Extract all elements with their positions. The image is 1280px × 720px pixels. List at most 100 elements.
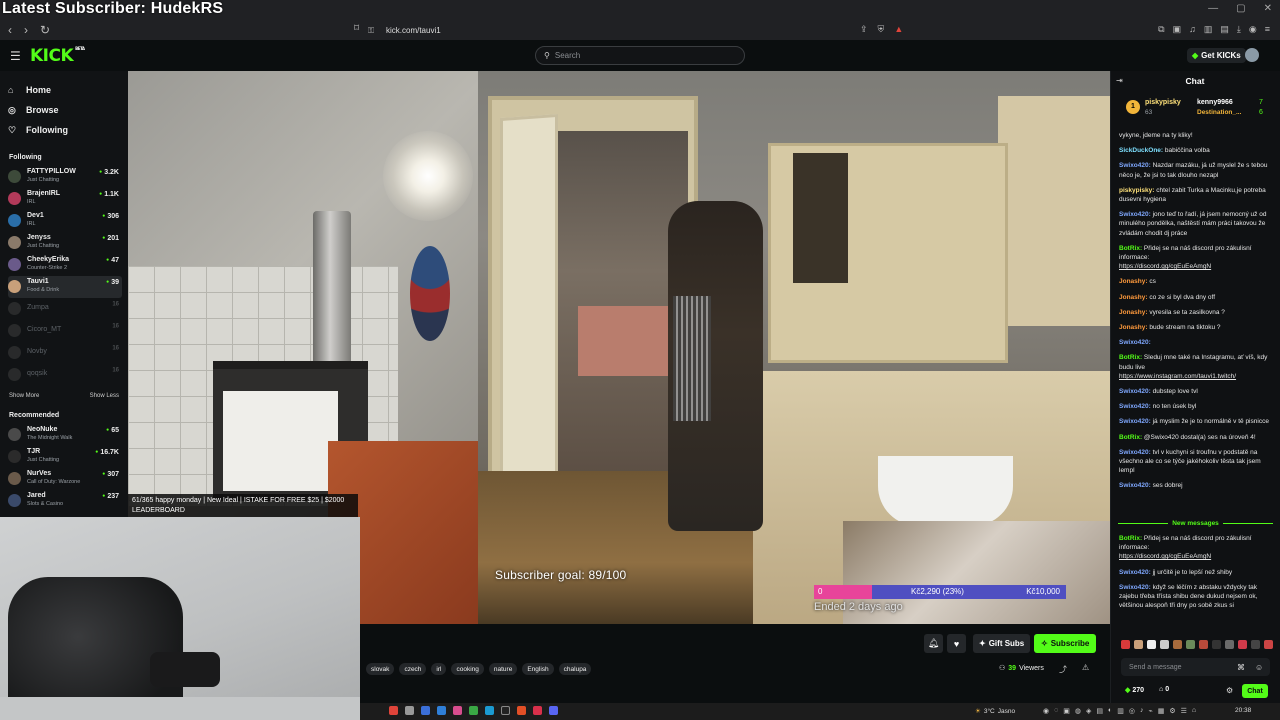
emote-icon[interactable] — [1134, 640, 1143, 649]
tray-icon[interactable]: ⌁ — [1149, 707, 1153, 715]
shield-icon[interactable]: ⛨ — [878, 24, 885, 35]
kicks-balance[interactable]: ◆ 270 — [1125, 686, 1144, 694]
sidebar-item-home[interactable]: ⌂ Home — [8, 80, 68, 100]
chat-username[interactable]: Swixo420: — [1119, 449, 1151, 456]
follow-button[interactable]: ♥ — [947, 634, 966, 653]
chat-username[interactable]: piskypisky: — [1119, 187, 1154, 194]
sidebar-channel[interactable]: NeoNuke The Midnight Walk 65 — [8, 424, 122, 446]
sidebar-channel[interactable]: NurVes Call of Duty: Warzone 307 — [8, 468, 122, 490]
app-icon[interactable] — [501, 706, 510, 715]
tag-chip[interactable]: slovak — [366, 663, 395, 675]
gifter-name[interactable]: kenny9966 — [1197, 99, 1233, 106]
chat-username[interactable]: BotRix: — [1119, 434, 1142, 441]
emote-icon[interactable] — [1147, 640, 1156, 649]
emote-icon[interactable] — [1251, 640, 1260, 649]
chat-username[interactable]: Swixo420: — [1119, 388, 1151, 395]
sidebar-item-browse[interactable]: ◎ Browse — [8, 100, 68, 120]
tray-icon[interactable]: ▥ — [1117, 707, 1124, 715]
emote-icon[interactable] — [1121, 640, 1130, 649]
gifter-name[interactable]: piskypisky — [1145, 99, 1181, 106]
tray-icon[interactable]: ◉ — [1043, 707, 1049, 715]
chat-username[interactable]: BotRix: — [1119, 535, 1142, 542]
app-icon[interactable] — [437, 706, 446, 715]
sidebar-item-following[interactable]: ♡ Following — [8, 120, 68, 140]
sidebar-channel[interactable]: TJR Just Chatting 16.7K — [8, 446, 122, 468]
app-icon[interactable] — [421, 706, 430, 715]
get-kicks-button[interactable]: ◆ Get KICKs — [1187, 48, 1246, 63]
tag-chip[interactable]: nature — [488, 663, 518, 675]
reload-icon[interactable]: ↻ — [40, 23, 50, 37]
subscribe-button[interactable]: ✧ Subscribe — [1034, 634, 1097, 653]
tray-icon[interactable]: ▣ — [1063, 707, 1070, 715]
notification-bell-button[interactable]: 🔔︎ — [924, 634, 943, 653]
app-icon[interactable] — [453, 706, 462, 715]
menu-icon[interactable]: ≡ — [1265, 24, 1270, 35]
emote-icon[interactable] — [1199, 640, 1208, 649]
new-messages-divider[interactable]: New messages — [1118, 519, 1273, 528]
chat-link[interactable]: https://www.instagram.com/tauvi1.twitch/ — [1119, 373, 1236, 380]
vpn-icon[interactable]: ◉ — [1249, 24, 1257, 35]
emote-icon[interactable] — [1173, 640, 1182, 649]
sidebar-channel[interactable]: Novby 16 — [8, 342, 122, 364]
tag-chip[interactable]: czech — [399, 663, 427, 675]
back-icon[interactable]: ‹ — [8, 23, 12, 37]
command-icon[interactable]: ⌘ — [1237, 663, 1245, 672]
sidebar-toggle-icon[interactable]: ▥ — [1204, 24, 1213, 35]
emoji-icon[interactable]: ☺ — [1255, 663, 1263, 672]
emote-icon[interactable] — [1225, 640, 1234, 649]
extension-icon[interactable]: ⧉ — [1158, 24, 1164, 35]
tag-chip[interactable]: chalupa — [558, 663, 592, 675]
sidebar-channel[interactable]: Dev1 IRL 306 — [8, 210, 122, 232]
chat-username[interactable]: Swixo420: — [1119, 482, 1151, 489]
emote-icon[interactable] — [1212, 640, 1221, 649]
tray-icon[interactable]: ◎ — [1129, 707, 1135, 715]
chat-username[interactable]: Swixo420: — [1119, 569, 1151, 576]
chat-username[interactable]: Jonashy: — [1119, 309, 1148, 316]
tag-chip[interactable]: cooking — [451, 663, 484, 675]
tag-chip[interactable]: irl — [431, 663, 447, 675]
gift-subs-button[interactable]: ✦ Gift Subs — [973, 634, 1031, 653]
avatar[interactable] — [1245, 48, 1259, 62]
chat-username[interactable]: Swixo420: — [1119, 162, 1151, 169]
tray-icon[interactable]: ☰ — [1181, 707, 1187, 715]
chat-link[interactable]: https://discord.gg/cgEuEeAmgN — [1119, 263, 1211, 270]
tray-icon[interactable]: ◈ — [1086, 707, 1091, 715]
chat-username[interactable]: BotRix: — [1119, 245, 1142, 252]
close-icon[interactable]: ✕ — [1264, 3, 1272, 14]
sidebar-channel[interactable]: qoqsik 16 — [8, 364, 122, 386]
chat-username[interactable]: Swixo420: — [1119, 403, 1151, 410]
chat-username[interactable]: Swixo420: — [1119, 339, 1151, 346]
app-icon[interactable] — [469, 706, 478, 715]
chat-username[interactable]: Jonashy: — [1119, 278, 1148, 285]
tray-icon[interactable]: ♪ — [1140, 707, 1144, 715]
sidebar-channel[interactable]: BrajenIRL IRL 1.1K — [8, 188, 122, 210]
tray-icon[interactable]: ⚙ — [1169, 707, 1175, 715]
send-chat-button[interactable]: Chat — [1242, 684, 1268, 698]
sidebar-channel[interactable]: CheekyErika Counter-Strike 2 47 — [8, 254, 122, 276]
chat-username[interactable]: SickDuckOne: — [1119, 147, 1163, 154]
bookmark-icon[interactable]: ⌑ — [354, 23, 359, 34]
tray-icon[interactable]: ⌂ — [1192, 707, 1196, 715]
kick-logo[interactable]: KICK BETA — [30, 46, 85, 66]
emote-icon[interactable] — [1238, 640, 1247, 649]
sidebar-channel[interactable]: Jenyss Just Chatting 201 — [8, 232, 122, 254]
app-icon[interactable] — [389, 706, 398, 715]
sidebar-channel[interactable]: Zumpa 16 — [8, 298, 122, 320]
sidebar-channel[interactable]: Jared Slots & Casino 237 — [8, 490, 122, 512]
tray-icon[interactable]: ◍ — [1075, 707, 1081, 715]
reader-icon[interactable]: ▤ — [1220, 24, 1229, 35]
app-icon[interactable] — [549, 706, 558, 715]
search-input[interactable]: ⚲ Search — [535, 46, 745, 65]
forward-icon[interactable]: › — [24, 23, 28, 37]
tray-icon[interactable]: ▤ — [1096, 707, 1103, 715]
maximize-icon[interactable]: ▢ — [1236, 3, 1245, 14]
show-more-button[interactable]: Show More — [9, 393, 39, 399]
tag-chip[interactable]: English — [522, 663, 554, 675]
site-info-icon[interactable]: ⚿ — [368, 26, 376, 35]
show-less-button[interactable]: Show Less — [90, 393, 119, 399]
tray-icon[interactable]: ◌ — [1054, 707, 1058, 715]
gear-icon[interactable]: ⚙ — [1226, 686, 1233, 695]
emote-icon[interactable] — [1160, 640, 1169, 649]
chat-username[interactable]: Jonashy: — [1119, 294, 1148, 301]
emote-icon[interactable] — [1186, 640, 1195, 649]
